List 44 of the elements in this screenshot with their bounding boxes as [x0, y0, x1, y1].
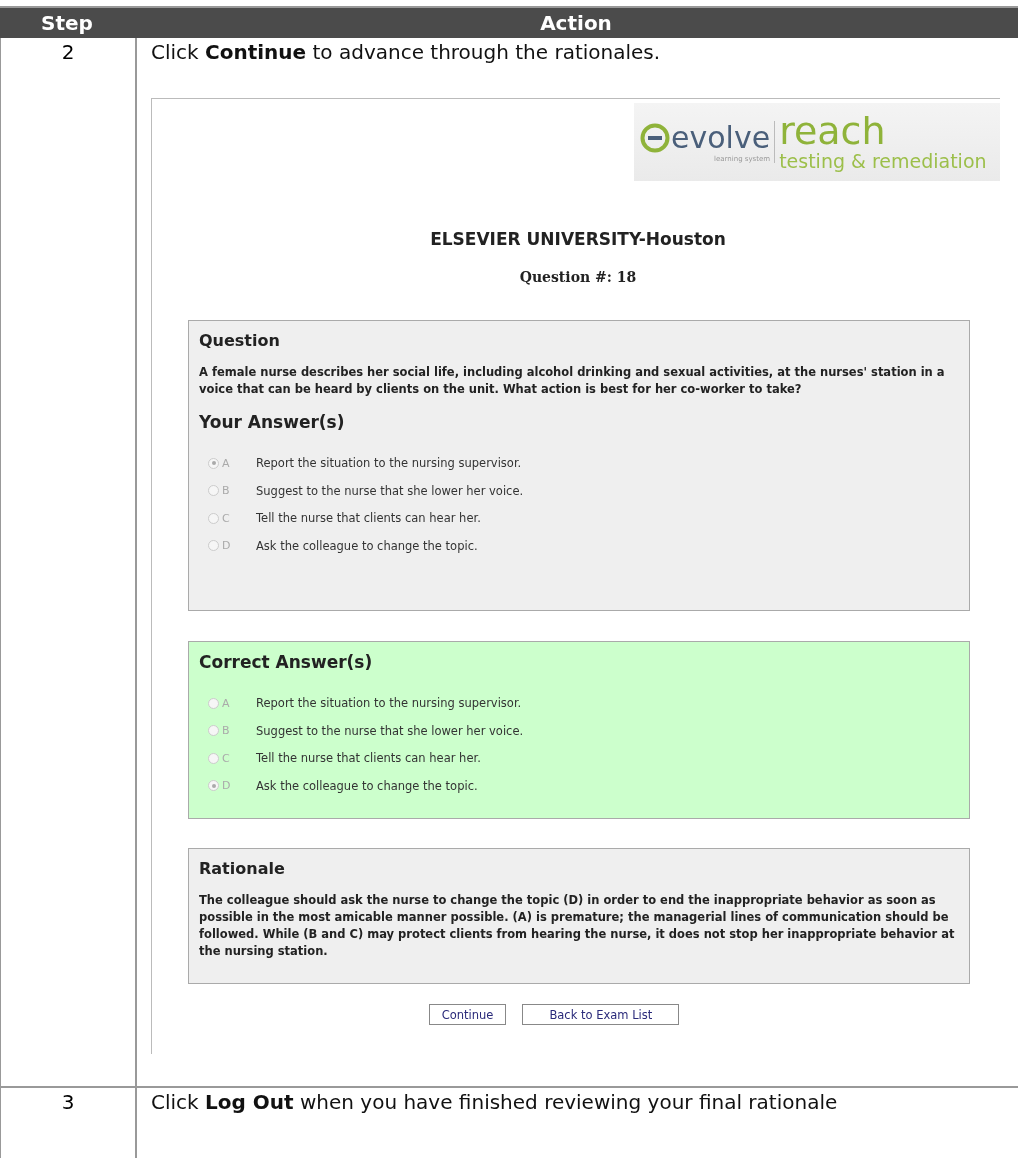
radio-button[interactable] [208, 457, 219, 469]
option-text: Ask the colleague to change the topic. [256, 538, 478, 553]
column-header: Action [539, 10, 613, 37]
panel-title: Correct Answer(s) [199, 652, 374, 672]
logo-wordmark: evolve [671, 121, 771, 155]
instruction-text: Click Log Out when you have finished reviewing your final rationale [151, 1090, 838, 1114]
option-letter: A [222, 696, 231, 710]
logo-subtitle: testing & remediation [779, 150, 987, 172]
radio-button[interactable] [208, 725, 219, 736]
radio-button[interactable] [208, 697, 219, 709]
radio-button[interactable] [208, 512, 219, 524]
rationale-text: The colleague should ask the nurse to change the topic (D) in order to end the inappropriate behavior as soon as possible in the most amicable manner possible. (A) is premature; the managerial lines of communication should be followed. While (B and C) may protect clients from hearing the nurse, it does not stop her inappropriate behavior at the nursing station. [199, 892, 956, 960]
step-number: 3 [61, 1090, 75, 1114]
column-header: Step [40, 10, 94, 37]
question-text: A female nurse describes her social life, including alcohol drinking and sexual activities, at the nurses' station in a voice that can be heard by clients on the unit. What action is best for her co-worker to take? [199, 364, 946, 398]
option-letter: A [222, 456, 231, 470]
radio-button[interactable] [208, 752, 219, 764]
option-text: Report the situation to the nursing supervisor. [256, 456, 522, 470]
school-title: ELSEVIER UNIVERSITY-Houston [429, 229, 727, 249]
question-number: Question #: 18 [518, 269, 638, 285]
option-text: Report the situation to the nursing supervisor. [256, 696, 522, 710]
radio-button[interactable] [208, 540, 219, 551]
option-letter: D [222, 539, 232, 552]
option-text: Tell the nurse that clients can hear her. [256, 751, 481, 765]
radio-button[interactable] [208, 780, 219, 791]
e-circle-icon [640, 123, 670, 153]
logo-product-name: reach [779, 112, 887, 150]
panel-title: Your Answer(s) [199, 412, 346, 432]
radio-button[interactable] [208, 485, 219, 496]
option-letter: B [222, 724, 231, 737]
action-button[interactable]: Back to Exam List [522, 1004, 680, 1025]
option-letter: C [222, 511, 231, 525]
option-letter: C [222, 751, 231, 765]
option-text: Ask the colleague to change the topic. [256, 778, 478, 793]
option-text: Suggest to the nurse that she lower her voice. [256, 483, 524, 498]
instruction-text: Click Continue to advance through the rationales. [151, 40, 661, 64]
option-letter: D [222, 779, 232, 792]
step-number: 2 [61, 40, 75, 64]
option-text: Suggest to the nurse that she lower her voice. [256, 723, 524, 738]
option-letter: B [222, 484, 231, 497]
panel-title: Rationale [199, 859, 286, 878]
action-button[interactable]: Continue [428, 1004, 507, 1025]
panel-title: Question [199, 331, 281, 350]
option-text: Tell the nurse that clients can hear her. [256, 511, 481, 525]
